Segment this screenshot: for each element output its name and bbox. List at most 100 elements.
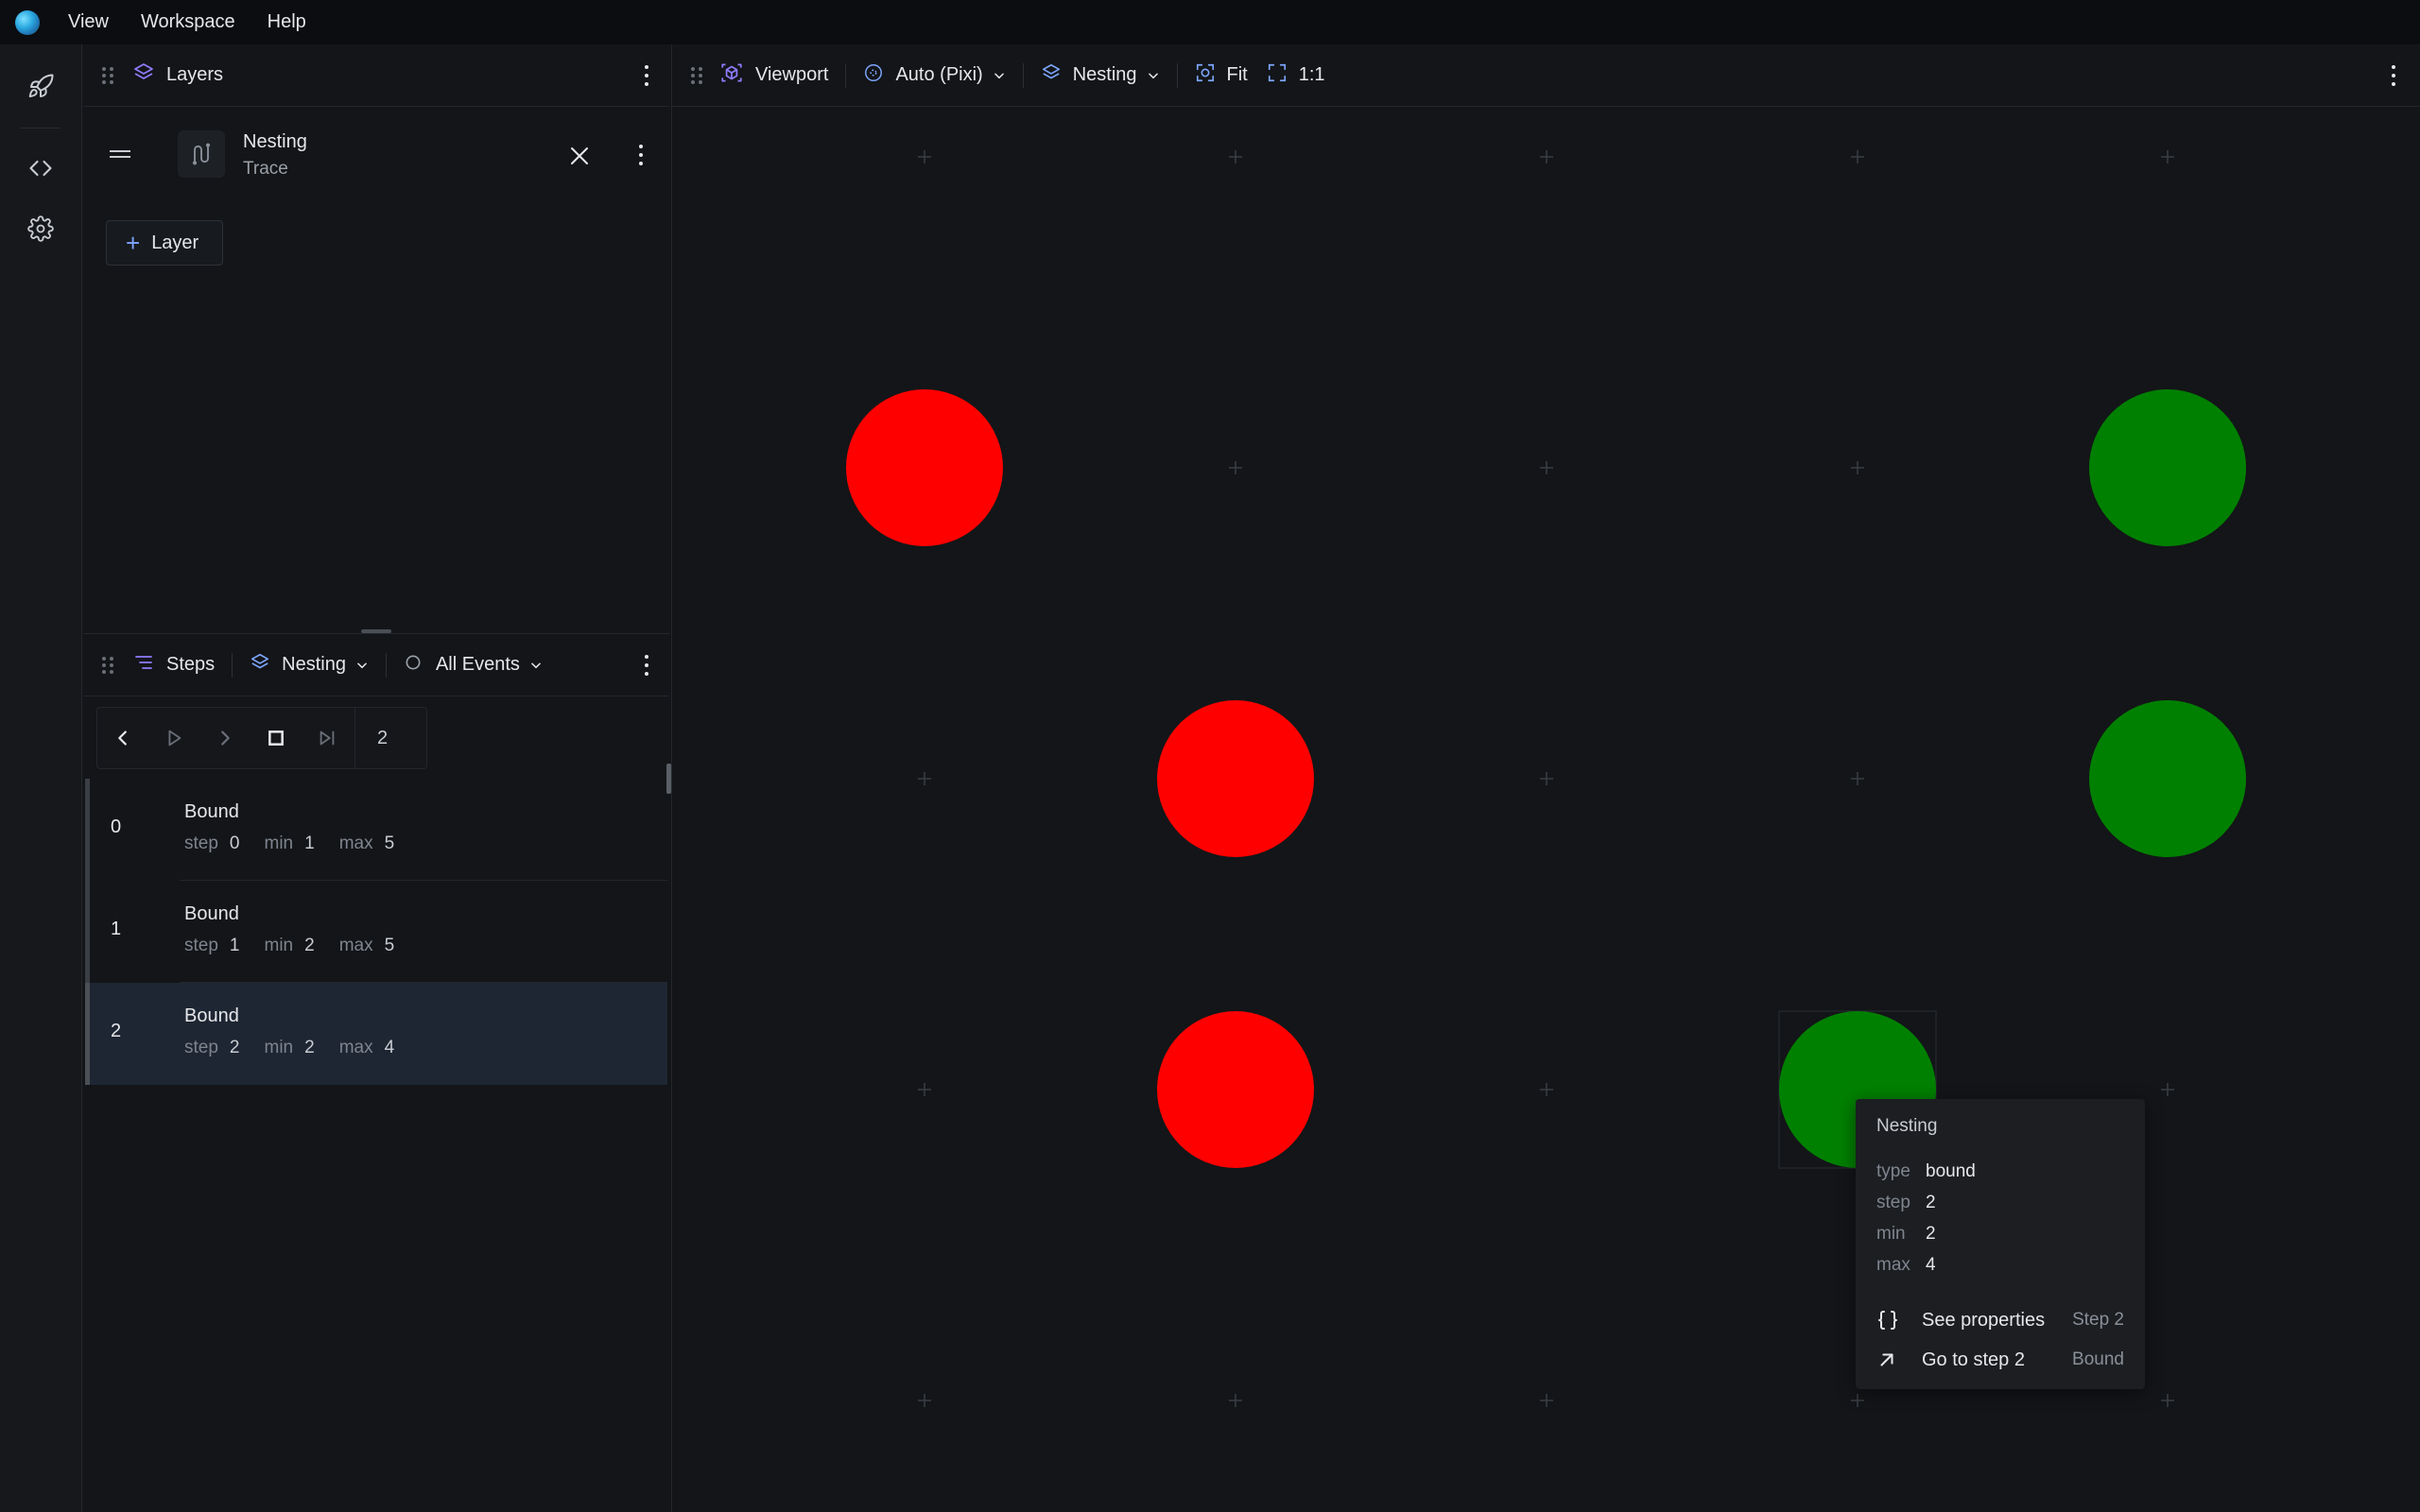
go-to-step-action[interactable]: Go to step 2 Bound bbox=[1876, 1348, 2124, 1372]
code-icon[interactable] bbox=[25, 152, 57, 184]
viewport-title: Viewport bbox=[755, 64, 829, 85]
add-layer-button[interactable]: + Layer bbox=[106, 220, 223, 266]
chevron-down-icon bbox=[531, 662, 541, 668]
red-node[interactable] bbox=[1157, 700, 1314, 857]
meta-step: 1 bbox=[229, 936, 240, 955]
step-row[interactable]: 1 Bound step 1 min 2 max 5 bbox=[85, 881, 667, 983]
viewport-panel: Viewport Auto (Pixi) Nesting Fit 1:1 bbox=[671, 44, 2420, 1512]
drag-handle-icon[interactable] bbox=[691, 66, 704, 85]
red-node[interactable] bbox=[1157, 1011, 1314, 1168]
prop-value: bound bbox=[1926, 1161, 1976, 1181]
tooltip-prop: max 4 bbox=[1876, 1255, 2124, 1276]
gear-icon[interactable] bbox=[25, 213, 57, 245]
rocket-icon[interactable] bbox=[25, 71, 57, 103]
action-hint: Step 2 bbox=[2072, 1310, 2124, 1330]
app-logo bbox=[15, 9, 40, 35]
circle-icon bbox=[404, 653, 423, 678]
steps-icon bbox=[132, 651, 155, 679]
layers-icon bbox=[132, 61, 155, 89]
step-index: 0 bbox=[111, 816, 122, 837]
action-label: Go to step 2 bbox=[1922, 1349, 2025, 1370]
meta-max: 5 bbox=[384, 936, 395, 955]
close-icon[interactable] bbox=[568, 145, 591, 167]
arrow-up-right-icon bbox=[1876, 1349, 1901, 1370]
step-row-selected[interactable]: 2 Bound step 2 min 2 max 4 bbox=[85, 983, 667, 1085]
next-step-button[interactable] bbox=[199, 708, 251, 768]
prop-value: 2 bbox=[1926, 1224, 1936, 1244]
meta-key: max bbox=[338, 1038, 373, 1057]
step-title: Bound bbox=[184, 903, 239, 924]
add-layer-label: Layer bbox=[151, 232, 199, 253]
layers-icon bbox=[1041, 62, 1062, 89]
steps-panel: Steps Nesting All Events 2 0 Bound step … bbox=[83, 633, 669, 1512]
step-meta: step 1 min 2 max 5 bbox=[184, 936, 419, 956]
drag-handle-icon[interactable] bbox=[102, 66, 115, 85]
see-properties-action[interactable]: See properties Step 2 bbox=[1876, 1308, 2124, 1332]
menu-workspace[interactable]: Workspace bbox=[141, 11, 235, 33]
toolbar-divider bbox=[845, 62, 847, 88]
steps-title: Steps bbox=[166, 654, 216, 675]
header-divider bbox=[232, 652, 233, 678]
step-count: 2 bbox=[354, 708, 409, 768]
prop-value: 4 bbox=[1926, 1255, 1936, 1275]
prop-key: step bbox=[1876, 1193, 1910, 1212]
play-button[interactable] bbox=[148, 708, 199, 768]
menu-view[interactable]: View bbox=[68, 11, 109, 33]
meta-key: step bbox=[184, 833, 218, 853]
chevron-down-icon bbox=[994, 72, 1004, 78]
renderer-label: Auto (Pixi) bbox=[895, 64, 983, 85]
actual-size-button[interactable]: 1:1 bbox=[1267, 62, 1325, 89]
meta-min: 2 bbox=[304, 936, 315, 955]
renderer-select[interactable]: Auto (Pixi) bbox=[863, 62, 1005, 89]
skip-to-end-button[interactable] bbox=[302, 708, 353, 768]
viewport-menu-icon[interactable] bbox=[2390, 64, 2397, 86]
steps-header: Steps Nesting All Events bbox=[83, 634, 669, 696]
toolbar-divider bbox=[1022, 62, 1024, 88]
stop-button[interactable] bbox=[251, 708, 302, 768]
viewport-toolbar: Viewport Auto (Pixi) Nesting Fit 1:1 bbox=[672, 44, 2420, 107]
previous-step-button[interactable] bbox=[97, 708, 148, 768]
green-node[interactable] bbox=[2089, 700, 2246, 857]
prop-key: type bbox=[1876, 1161, 1910, 1181]
steps-layer-select[interactable]: Nesting bbox=[250, 652, 369, 679]
meta-key: min bbox=[264, 936, 294, 955]
viewport-canvas[interactable] bbox=[672, 108, 2420, 1512]
fit-button[interactable]: Fit bbox=[1195, 62, 1248, 89]
prop-key: min bbox=[1876, 1224, 1906, 1244]
toolbar-divider bbox=[1176, 62, 1178, 88]
tooltip-prop: type bound bbox=[1876, 1161, 2124, 1182]
red-node[interactable] bbox=[846, 389, 1003, 546]
meta-step: 0 bbox=[229, 833, 240, 853]
globe-icon bbox=[863, 62, 884, 89]
viewport-layer-select[interactable]: Nesting bbox=[1041, 62, 1160, 89]
reorder-handle-icon[interactable] bbox=[110, 150, 130, 162]
steps-tab[interactable]: Steps bbox=[132, 651, 215, 679]
drag-handle-icon[interactable] bbox=[102, 656, 115, 675]
layers-menu-icon[interactable] bbox=[643, 64, 650, 86]
rail-divider bbox=[21, 128, 60, 129]
menu-help[interactable]: Help bbox=[268, 11, 306, 33]
step-meta: step 2 min 2 max 4 bbox=[184, 1038, 419, 1058]
left-rail bbox=[0, 44, 82, 1512]
meta-max: 5 bbox=[384, 833, 395, 853]
focus-icon bbox=[1195, 62, 1216, 89]
prop-key: max bbox=[1876, 1255, 1910, 1275]
menubar: View Workspace Help bbox=[0, 0, 2420, 44]
tooltip-prop: step 2 bbox=[1876, 1193, 2124, 1213]
playback-controls: 2 bbox=[96, 707, 427, 769]
step-title: Bound bbox=[184, 1005, 239, 1026]
event-filter-select[interactable]: All Events bbox=[404, 653, 543, 678]
meta-key: min bbox=[264, 1038, 294, 1057]
zoom-label: 1:1 bbox=[1298, 64, 1325, 85]
trace-icon bbox=[178, 130, 225, 178]
green-node[interactable] bbox=[2089, 389, 2246, 546]
action-label: See properties bbox=[1922, 1309, 2046, 1331]
steps-layer-label: Nesting bbox=[282, 654, 346, 675]
step-title: Bound bbox=[184, 801, 239, 822]
step-row[interactable]: 0 Bound step 0 min 1 max 5 bbox=[85, 779, 667, 881]
layers-header: Layers bbox=[83, 44, 669, 107]
layer-item[interactable]: Nesting Trace bbox=[83, 107, 669, 203]
viewport-tab[interactable]: Viewport bbox=[719, 60, 828, 91]
steps-menu-icon[interactable] bbox=[643, 654, 650, 676]
layer-menu-icon[interactable] bbox=[637, 145, 645, 165]
